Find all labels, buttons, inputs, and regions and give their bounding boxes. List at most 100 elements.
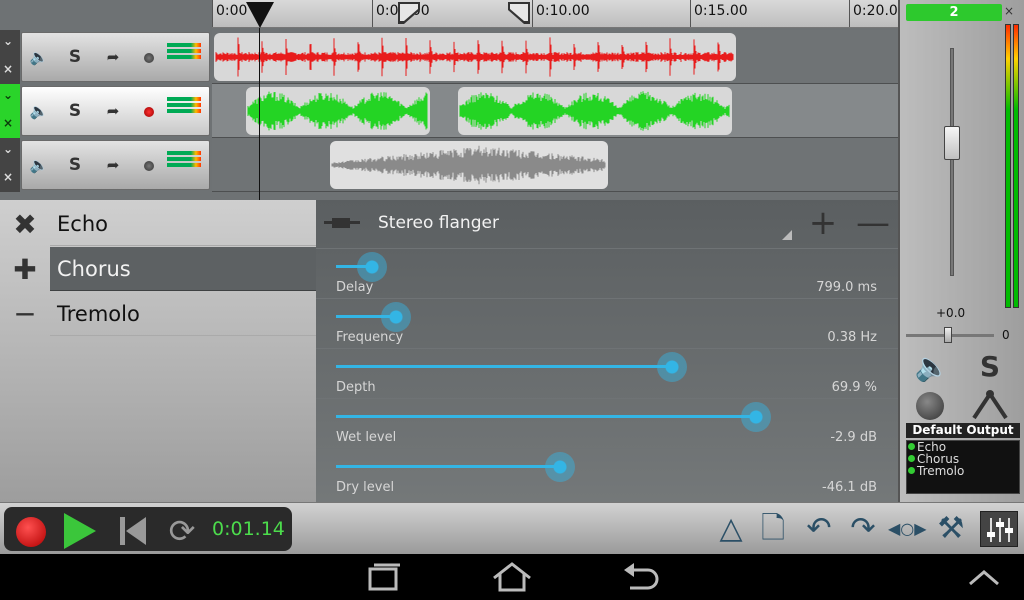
minus-icon[interactable]: ─: [8, 300, 42, 330]
param-delay[interactable]: Delay 799.0 ms: [316, 248, 898, 298]
effect-label: Echo: [50, 202, 316, 246]
effect-item-echo[interactable]: ✖ Echo: [0, 202, 316, 247]
chevron-down-icon[interactable]: ⌄: [3, 88, 13, 102]
solo-button[interactable]: S: [64, 46, 86, 68]
envelope-icon[interactable]: [972, 388, 1008, 422]
effect-item-chorus[interactable]: ✚ Chorus: [0, 247, 316, 292]
play-button[interactable]: [64, 513, 96, 549]
close-icon[interactable]: ×: [3, 116, 13, 130]
transport-bar: ⟳ 0:01.14 △ 🗋 ↶ ↷ ◀○▶ ⚒: [0, 502, 1024, 554]
track-header[interactable]: 🔈 S ➦: [21, 32, 210, 82]
slider-track[interactable]: [336, 415, 756, 418]
audio-clip[interactable]: [246, 87, 430, 135]
speaker-icon[interactable]: 🔈: [28, 100, 50, 122]
loop-start-marker-icon[interactable]: [398, 2, 422, 24]
track-row[interactable]: ⌄ × 🔈 S ➦: [0, 30, 898, 84]
input-monitor-icon[interactable]: ➦: [102, 100, 124, 122]
ruler-tick: 0:15.00: [690, 0, 748, 27]
effect-preset-select[interactable]: Stereo flanger: [378, 213, 499, 233]
audio-clip[interactable]: [330, 141, 608, 189]
ruler-tick-label: 0:00: [216, 3, 248, 19]
recent-apps-icon[interactable]: [360, 560, 408, 594]
remove-effect-button[interactable]: —: [856, 206, 890, 240]
hammer-icon[interactable]: ⚒: [932, 511, 970, 547]
close-icon[interactable]: ×: [3, 62, 13, 76]
track-lane[interactable]: [212, 30, 898, 84]
volume-fader-thumb[interactable]: [944, 126, 960, 160]
close-icon[interactable]: ×: [1004, 4, 1014, 18]
slider-thumb[interactable]: [741, 402, 771, 432]
track-side-strip[interactable]: ⌄ ×: [0, 30, 20, 84]
input-monitor-icon[interactable]: ➦: [102, 46, 124, 68]
plus-icon[interactable]: ✚: [8, 255, 42, 285]
record-arm-button[interactable]: [144, 107, 154, 117]
volume-fader-track[interactable]: [950, 48, 954, 276]
playhead-handle-icon[interactable]: [246, 0, 274, 28]
ruler-tick-label: 0:10.00: [536, 3, 590, 19]
solo-button[interactable]: S: [972, 350, 1008, 384]
slider-track[interactable]: [336, 465, 560, 468]
ruler-tick-label: 0:15.00: [694, 3, 748, 19]
effect-item-tremolo[interactable]: ─ Tremolo: [0, 292, 316, 337]
redo-icon[interactable]: ↷: [844, 511, 882, 547]
system-nav-bar: [0, 554, 1024, 600]
audio-clip[interactable]: [214, 33, 736, 81]
param-wet-level[interactable]: Wet level -2.9 dB: [316, 398, 898, 448]
effects-list[interactable]: ✖ Echo ✚ Chorus ─ Tremolo: [0, 200, 316, 502]
speaker-icon[interactable]: 🔈: [914, 350, 950, 384]
add-effect-button[interactable]: +: [808, 206, 838, 240]
audio-clip[interactable]: [458, 87, 732, 135]
track-header[interactable]: 🔈 S ➦: [21, 86, 210, 136]
input-monitor-icon[interactable]: ➦: [102, 154, 124, 176]
solo-button[interactable]: S: [64, 154, 86, 176]
track-header[interactable]: 🔈 S ➦: [21, 140, 210, 190]
chevron-down-icon[interactable]: ⌄: [3, 34, 13, 48]
close-icon[interactable]: ✖: [8, 210, 42, 240]
record-arm-button[interactable]: [144, 161, 154, 171]
chevron-up-icon[interactable]: [960, 560, 1008, 594]
record-button[interactable]: [16, 517, 46, 547]
back-icon[interactable]: [618, 560, 666, 594]
undo-icon[interactable]: ↶: [800, 511, 838, 547]
mixer-toggle-button[interactable]: [980, 511, 1018, 547]
nudge-icon[interactable]: ◀○▶: [888, 511, 927, 547]
param-depth[interactable]: Depth 69.9 %: [316, 348, 898, 398]
add-file-icon[interactable]: 🗋: [754, 511, 792, 547]
track-row[interactable]: ⌄ × 🔈 S ➦: [0, 138, 898, 192]
transport-controls: ⟳ 0:01.14: [4, 507, 292, 551]
slider-track[interactable]: [336, 365, 672, 368]
slider-thumb[interactable]: [381, 302, 411, 332]
param-dry-level[interactable]: Dry level -46.1 dB: [316, 448, 898, 498]
metronome-icon[interactable]: △: [712, 511, 750, 547]
mixer-panel[interactable]: 2 × +0.0 0 🔈 S Default Output Echo Choru…: [898, 0, 1024, 502]
track-side-strip[interactable]: ⌄ ×: [0, 138, 20, 192]
param-frequency[interactable]: Frequency 0.38 Hz: [316, 298, 898, 348]
chevron-down-icon[interactable]: ⌄: [3, 142, 13, 156]
track-lane[interactable]: [212, 138, 898, 192]
home-icon[interactable]: [488, 560, 536, 594]
track-lane[interactable]: [212, 84, 898, 138]
speaker-icon[interactable]: 🔈: [28, 46, 50, 68]
output-title[interactable]: Default Output: [906, 423, 1020, 438]
track-row[interactable]: ⌄ × 🔈 S ➦: [0, 84, 898, 138]
slider-thumb[interactable]: [545, 452, 575, 482]
pan-slider-thumb[interactable]: [944, 327, 952, 343]
pan-value: 0: [1002, 328, 1010, 342]
slider-thumb[interactable]: [657, 352, 687, 382]
level-meter-left: [1005, 24, 1011, 308]
record-arm-button[interactable]: [144, 53, 154, 63]
solo-button[interactable]: S: [64, 100, 86, 122]
effect-preset-header[interactable]: Stereo flanger + —: [316, 200, 898, 248]
effect-parameters-panel[interactable]: Stereo flanger + — Delay 799.0 ms Freque…: [316, 200, 898, 502]
loop-end-marker-icon[interactable]: [508, 2, 532, 24]
slider-thumb[interactable]: [357, 252, 387, 282]
speaker-icon[interactable]: 🔈: [28, 154, 50, 176]
loop-icon[interactable]: ⟳: [164, 513, 200, 549]
track-side-strip[interactable]: ⌄ ×: [0, 84, 20, 138]
time-ruler[interactable]: 0:00 0:05.00 0:10.00 0:15.00 0:20.00: [212, 0, 898, 28]
close-icon[interactable]: ×: [3, 170, 13, 184]
rewind-icon[interactable]: [118, 515, 148, 547]
record-arm-button[interactable]: [916, 392, 944, 420]
dropdown-icon[interactable]: [782, 230, 792, 240]
timeline[interactable]: 0:00 0:05.00 0:10.00 0:15.00 0:20.00 ⌄ ×…: [0, 0, 898, 200]
